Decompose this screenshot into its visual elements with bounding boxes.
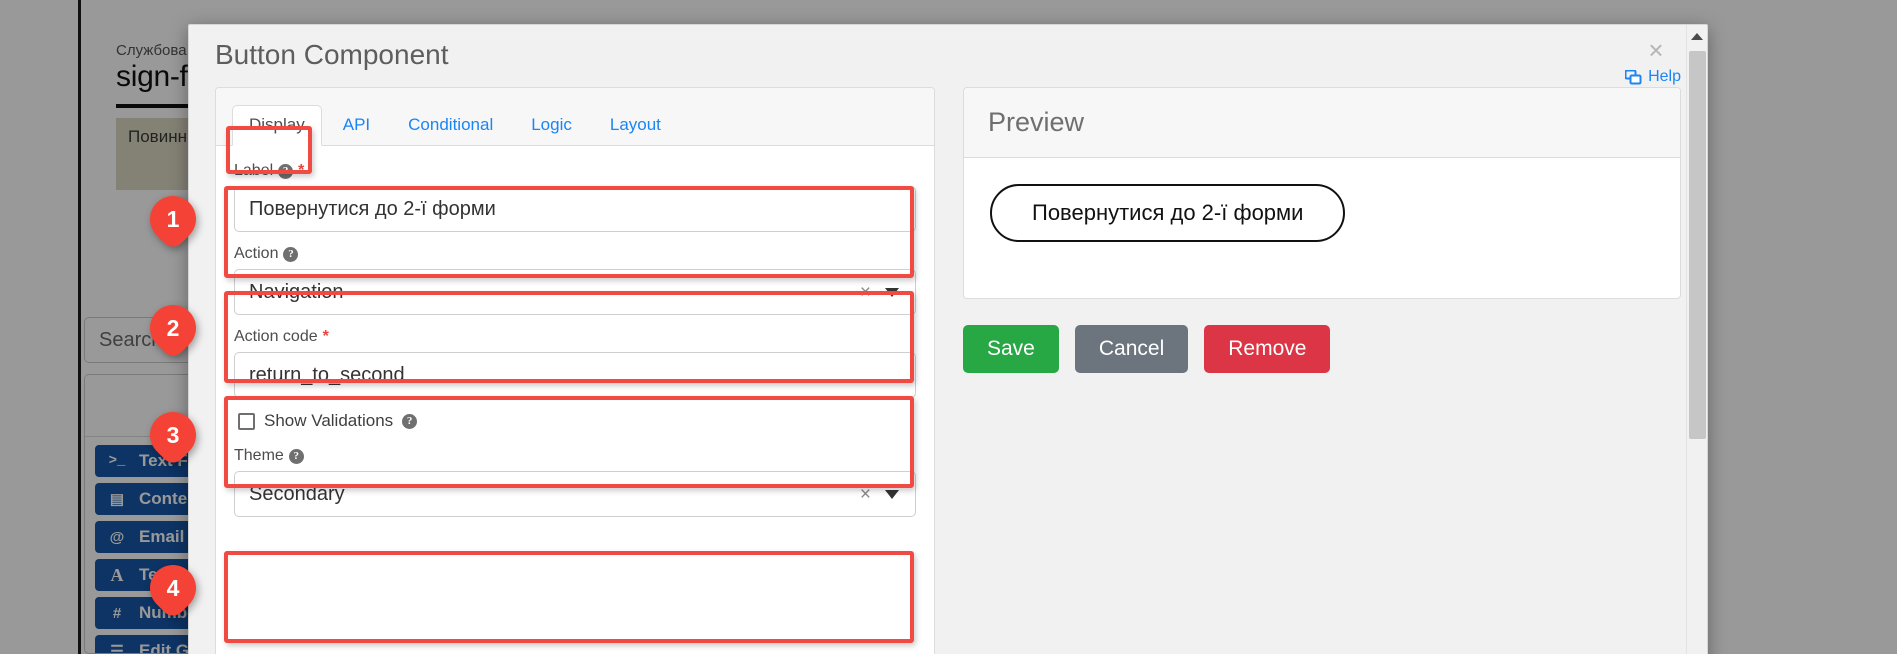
help-label: Help <box>1648 68 1681 85</box>
dialog-body: Display API Conditional Logic Layout Lab… <box>189 87 1707 654</box>
preview-button[interactable]: Повернутися до 2-ї форми <box>990 184 1346 242</box>
label-input[interactable]: Повернутися до 2-ї форми <box>234 186 916 232</box>
help-link[interactable]: Help <box>1625 68 1681 86</box>
action-select[interactable]: Navigation × <box>234 269 916 315</box>
button-component-dialog: Button Component × Help Display API Cond… <box>188 24 1708 654</box>
action-code-input-value: return_to_second <box>249 363 405 386</box>
action-field-label-text: Action <box>234 245 279 262</box>
show-validations-checkbox[interactable] <box>238 412 255 430</box>
remove-button[interactable]: Remove <box>1204 325 1331 373</box>
annotation-badge-3: 3 <box>140 402 208 468</box>
scroll-up-button[interactable] <box>1687 25 1707 47</box>
badge-number: 4 <box>166 574 180 601</box>
save-button[interactable]: Save <box>963 325 1059 373</box>
chevron-down-icon[interactable] <box>885 489 899 499</box>
annotation-badge-2: 2 <box>140 295 208 361</box>
annotation-badge-1: 1 <box>140 186 208 252</box>
tab-conditional[interactable]: Conditional <box>391 105 510 146</box>
dialog-title: Button Component <box>215 39 449 70</box>
action-select-icons: × <box>860 283 901 302</box>
highlight-theme-field <box>224 551 914 643</box>
label-input-value: Повернутися до 2-ї форми <box>249 197 496 220</box>
scrollbar-thumb[interactable] <box>1689 51 1706 439</box>
annotation-badge-4: 4 <box>140 555 208 621</box>
external-window-icon <box>1625 69 1642 84</box>
required-marker: * <box>322 328 329 345</box>
action-code-input[interactable]: return_to_second <box>234 352 916 398</box>
preview-card: Preview Повернутися до 2-ї форми <box>963 87 1681 299</box>
clear-icon[interactable]: × <box>860 485 871 504</box>
label-field-group: Label ? * Повернутися до 2-ї форми <box>234 162 916 232</box>
settings-panel: Display API Conditional Logic Layout Lab… <box>215 87 935 654</box>
preview-heading: Preview <box>964 88 1680 158</box>
theme-field-label: Theme ? <box>234 447 916 465</box>
theme-select-value: Secondary <box>249 482 345 505</box>
theme-field-group: Theme ? Secondary × <box>234 447 916 517</box>
chevron-up-icon <box>1691 32 1703 40</box>
action-field-label: Action ? <box>234 245 916 263</box>
question-mark-icon[interactable]: ? <box>288 448 304 464</box>
screen: Службова sign-fo Повинн латиниц кінці сл… <box>0 0 1897 654</box>
preview-body: Повернутися до 2-ї форми <box>964 158 1680 298</box>
action-code-field-group: Action code * return_to_second <box>234 328 916 398</box>
question-mark-icon[interactable]: ? <box>283 246 299 262</box>
chevron-down-icon[interactable] <box>885 287 899 297</box>
dialog-header: Button Component × Help <box>189 25 1707 87</box>
action-field-group: Action ? Navigation × <box>234 245 916 315</box>
display-tab-fields: Label ? * Повернутися до 2-ї форми Actio… <box>216 146 934 517</box>
question-mark-icon[interactable]: ? <box>278 163 294 179</box>
show-validations-label: Show Validations <box>264 411 394 430</box>
tab-layout[interactable]: Layout <box>593 105 678 146</box>
theme-field-label-text: Theme <box>234 447 284 464</box>
badge-number: 1 <box>166 205 180 232</box>
action-code-field-label: Action code * <box>234 328 916 346</box>
show-validations-row: Show Validations ? <box>238 411 916 431</box>
tab-logic[interactable]: Logic <box>514 105 589 146</box>
action-code-field-label-text: Action code <box>234 328 318 345</box>
close-icon[interactable]: × <box>1643 37 1669 63</box>
theme-select[interactable]: Secondary × <box>234 471 916 517</box>
label-field-label-text: Label <box>234 162 274 179</box>
tab-display[interactable]: Display <box>232 105 322 146</box>
question-mark-icon[interactable]: ? <box>402 413 418 429</box>
badge-number: 3 <box>166 421 180 448</box>
clear-icon[interactable]: × <box>860 283 871 302</box>
dialog-scrollbar[interactable] <box>1686 25 1707 654</box>
required-marker: * <box>298 162 305 179</box>
preview-panel: Preview Повернутися до 2-ї форми Save Ca… <box>963 87 1681 654</box>
tab-api[interactable]: API <box>326 105 387 146</box>
cancel-button[interactable]: Cancel <box>1074 325 1189 373</box>
settings-tabs: Display API Conditional Logic Layout <box>216 88 934 146</box>
badge-number: 2 <box>166 314 180 341</box>
label-field-label: Label ? * <box>234 162 916 180</box>
theme-select-icons: × <box>860 485 901 504</box>
action-select-value: Navigation <box>249 280 344 303</box>
dialog-action-buttons: Save Cancel Remove <box>963 325 1681 373</box>
